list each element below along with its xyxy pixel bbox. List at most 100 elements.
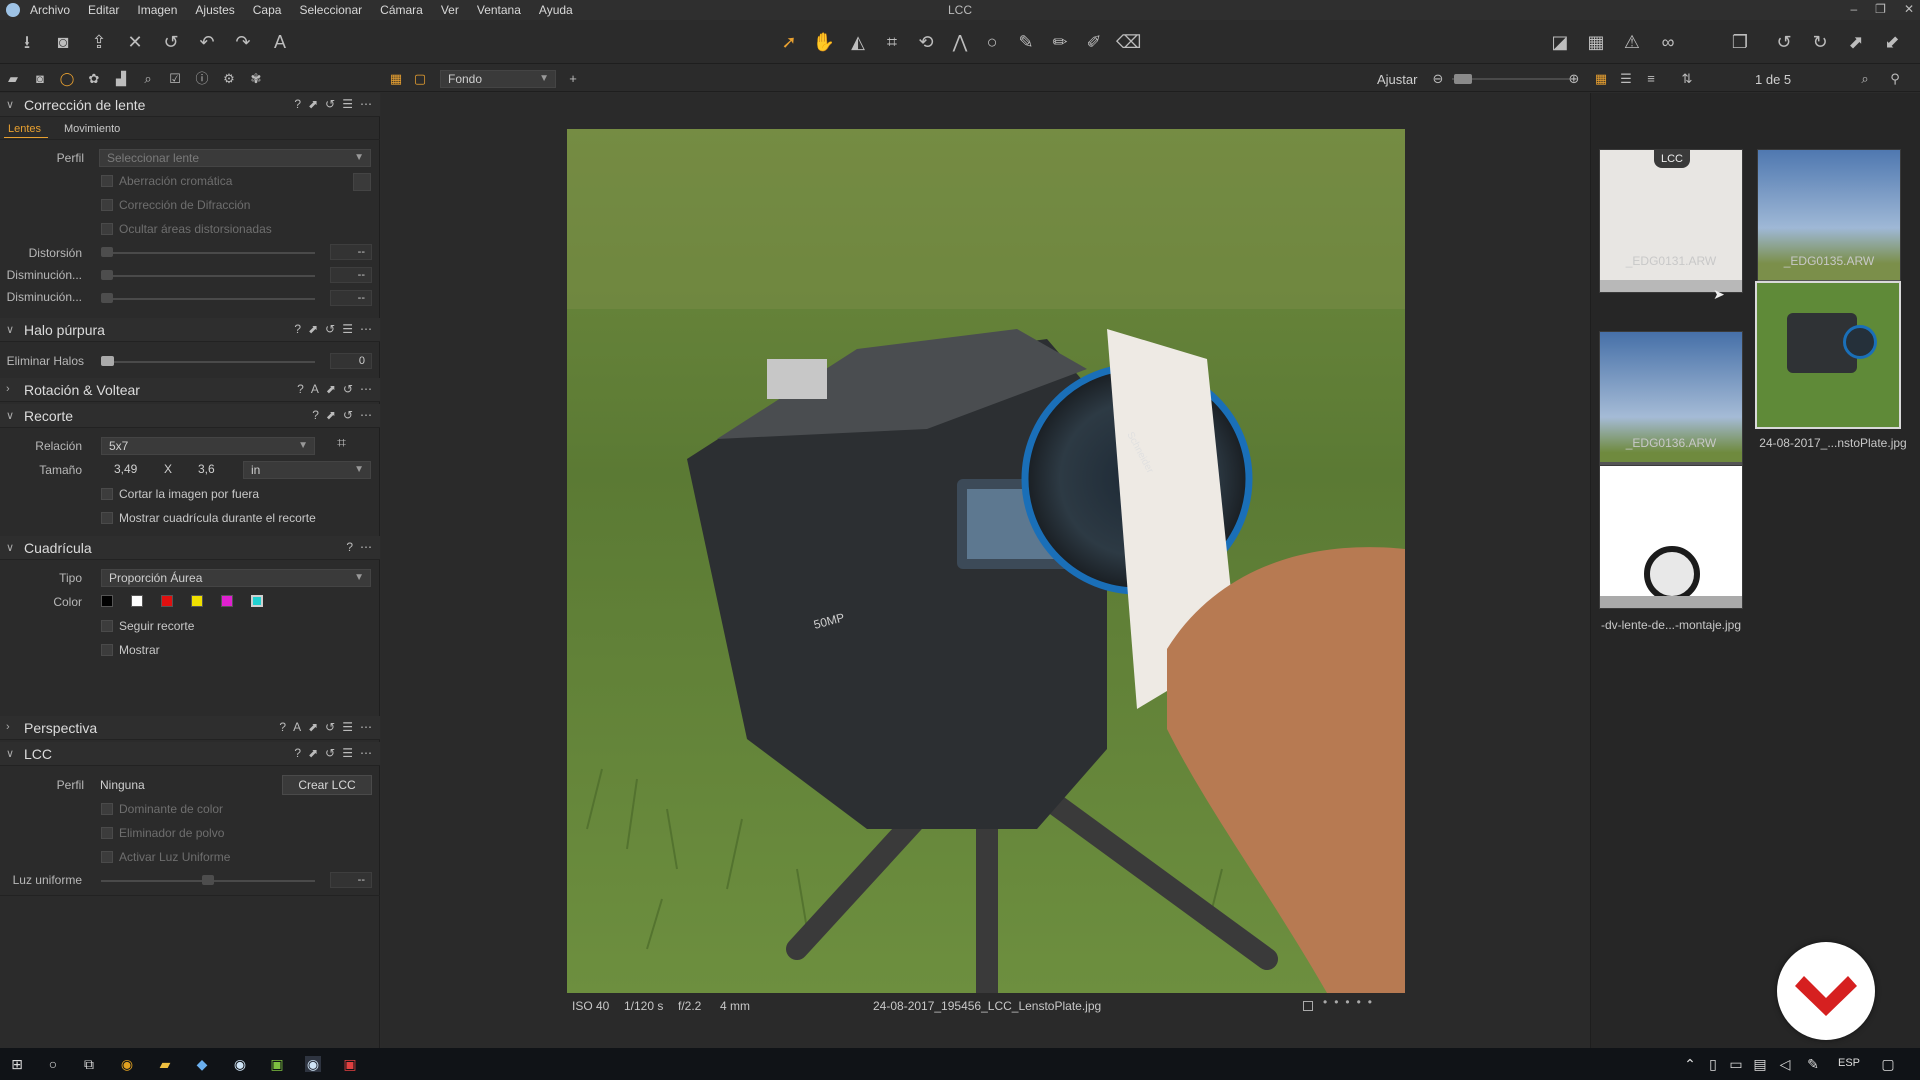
uniform-light-slider-knob[interactable] xyxy=(202,875,214,885)
text-tool-icon[interactable]: A xyxy=(268,30,292,54)
adjustments-tab-icon[interactable]: ☑ xyxy=(166,70,184,88)
crop-height-input[interactable]: 3,6 xyxy=(198,462,215,476)
sort-icon[interactable]: ⇅ xyxy=(1678,70,1696,88)
menu-seleccionar[interactable]: Seleccionar xyxy=(299,3,362,17)
zoom-out-icon[interactable]: ⊖ xyxy=(1429,70,1447,88)
single-view-icon[interactable]: ▢ xyxy=(411,70,429,88)
grid-color-swatch[interactable] xyxy=(221,595,233,607)
fit-label[interactable]: Ajustar xyxy=(1377,72,1417,87)
chevron-down-icon[interactable]: ∨ xyxy=(6,541,14,554)
menu-archivo[interactable]: Archivo xyxy=(30,3,70,17)
cursor-tool-icon[interactable]: ➚ xyxy=(777,30,801,54)
menu-capa[interactable]: Capa xyxy=(253,3,282,17)
reset-icon[interactable]: ↺ xyxy=(325,720,335,734)
falloff2-value[interactable]: -- xyxy=(330,290,372,306)
thumb-grid-icon[interactable]: ▦ xyxy=(1592,70,1610,88)
main-photo[interactable]: 50MP Schneider xyxy=(567,129,1405,993)
tray-usb-icon[interactable]: ▯ xyxy=(1705,1056,1721,1072)
grid-color-swatch[interactable] xyxy=(161,595,173,607)
chevron-down-icon[interactable]: ∨ xyxy=(6,409,14,422)
exposure-tab-icon[interactable]: ▟ xyxy=(112,70,130,88)
presets-icon[interactable]: ☰ xyxy=(342,97,353,111)
diffraction-checkbox[interactable] xyxy=(101,199,113,211)
thumb-list-icon[interactable]: ☰ xyxy=(1617,70,1635,88)
background-select[interactable]: Fondo ▼ xyxy=(440,70,556,88)
perspective-header[interactable]: › Perspectiva ? A ⬈ ↺ ☰ ⋯ xyxy=(0,716,380,740)
show-grid-crop-checkbox[interactable] xyxy=(101,512,113,524)
menu-ayuda[interactable]: Ayuda xyxy=(539,3,573,17)
thumbnail-selected[interactable] xyxy=(1755,281,1901,429)
chromatic-analyze-button[interactable] xyxy=(353,173,371,191)
rotate-left-icon[interactable]: ↺ xyxy=(1772,30,1796,54)
search-icon[interactable]: ⚲ xyxy=(1886,70,1904,88)
auto-icon[interactable]: A xyxy=(293,720,301,734)
menu-ventana[interactable]: Ventana xyxy=(477,3,521,17)
reset-icon[interactable]: ↺ xyxy=(343,408,353,422)
apply-adjust-icon[interactable]: ⬋ xyxy=(1880,30,1904,54)
follow-crop-checkbox[interactable] xyxy=(101,620,113,632)
capture-one-icon[interactable]: ◉ xyxy=(232,1056,248,1072)
crop-icon[interactable]: ⌗ xyxy=(337,435,346,453)
copy-icon[interactable]: ⬈ xyxy=(326,382,336,396)
help-icon[interactable]: ? xyxy=(312,408,319,422)
library-tab-icon[interactable]: ▰ xyxy=(4,70,22,88)
distortion-slider[interactable] xyxy=(101,252,315,254)
batch-tab-icon[interactable]: ✾ xyxy=(247,70,265,88)
presets-icon[interactable]: ☰ xyxy=(342,720,353,734)
menu-ajustes[interactable]: Ajustes xyxy=(195,3,234,17)
chevron-down-icon[interactable]: ∨ xyxy=(6,98,14,111)
mask-tool-icon[interactable]: ✐ xyxy=(1082,30,1106,54)
notifications-icon[interactable]: ▢ xyxy=(1880,1056,1896,1072)
chevron-right-icon[interactable]: › xyxy=(6,721,10,733)
multi-view-icon[interactable]: ❐ xyxy=(1728,30,1752,54)
help-icon[interactable]: ? xyxy=(294,322,301,336)
crop-tool-icon[interactable]: ⌗ xyxy=(880,30,904,54)
help-icon[interactable]: ? xyxy=(294,746,301,760)
lcc-header[interactable]: ∨ LCC ? ⬈ ↺ ☰ ⋯ xyxy=(0,742,380,766)
chrome-icon[interactable]: ◉ xyxy=(119,1056,135,1072)
redo-icon[interactable]: ↷ xyxy=(231,30,255,54)
language-indicator[interactable]: ESP xyxy=(1838,1057,1860,1069)
remove-halo-slider[interactable] xyxy=(101,361,315,363)
grid-color-swatch[interactable] xyxy=(131,595,143,607)
remove-halo-slider-knob[interactable] xyxy=(101,356,114,366)
tray-chevron-icon[interactable]: ⌃ xyxy=(1682,1056,1698,1072)
grid-color-swatch[interactable] xyxy=(101,595,113,607)
chevron-right-icon[interactable]: › xyxy=(6,383,10,395)
store-icon[interactable]: ◆ xyxy=(194,1056,210,1072)
select-checkbox[interactable] xyxy=(1303,1001,1313,1011)
lens-profile-select[interactable]: Seleccionar lente ▼ xyxy=(99,149,371,167)
copy-icon[interactable]: ⬈ xyxy=(308,720,318,734)
pan-tool-icon[interactable]: ✋ xyxy=(812,30,836,54)
tray-network-icon[interactable]: ▤ xyxy=(1752,1056,1768,1072)
more-icon[interactable]: ⋯ xyxy=(360,97,372,111)
search-icon[interactable]: ○ xyxy=(45,1056,61,1072)
tray-battery-icon[interactable]: ▭ xyxy=(1728,1056,1744,1072)
capture-one-active-icon[interactable]: ◉ xyxy=(305,1056,321,1072)
undo-icon[interactable]: ↶ xyxy=(195,30,219,54)
grid-header[interactable]: ∨ Cuadrícula ? ⋯ xyxy=(0,536,380,560)
delete-icon[interactable]: ✕ xyxy=(123,30,147,54)
rotate-right-icon[interactable]: ↻ xyxy=(1808,30,1832,54)
help-icon[interactable]: ? xyxy=(279,720,286,734)
tab-movement[interactable]: Movimiento xyxy=(64,123,120,135)
presets-icon[interactable]: ☰ xyxy=(342,322,353,336)
more-icon[interactable]: ⋯ xyxy=(360,720,372,734)
add-icon[interactable]: + xyxy=(564,70,582,88)
output-tab-icon[interactable]: ⚙ xyxy=(220,70,238,88)
zoom-in-icon[interactable]: ⊕ xyxy=(1565,70,1583,88)
crop-outside-checkbox[interactable] xyxy=(101,488,113,500)
chromatic-aberration-checkbox[interactable] xyxy=(101,175,113,187)
falloff2-slider[interactable] xyxy=(101,298,315,300)
warning-icon[interactable]: ⚠ xyxy=(1620,30,1644,54)
exposure-warning-icon[interactable]: ◪ xyxy=(1548,30,1572,54)
eraser-tool-icon[interactable]: ⌫ xyxy=(1116,30,1141,54)
unit-select[interactable]: in ▼ xyxy=(243,461,371,479)
menu-ver[interactable]: Ver xyxy=(441,3,459,17)
falloff-slider-knob[interactable] xyxy=(101,270,113,280)
file-explorer-icon[interactable]: ▰ xyxy=(157,1056,173,1072)
help-icon[interactable]: ? xyxy=(346,540,353,554)
thumbnail[interactable] xyxy=(1757,149,1901,293)
filter-icon[interactable]: ⌕ xyxy=(1856,70,1874,88)
spot-tool-icon[interactable]: ○ xyxy=(980,30,1004,54)
